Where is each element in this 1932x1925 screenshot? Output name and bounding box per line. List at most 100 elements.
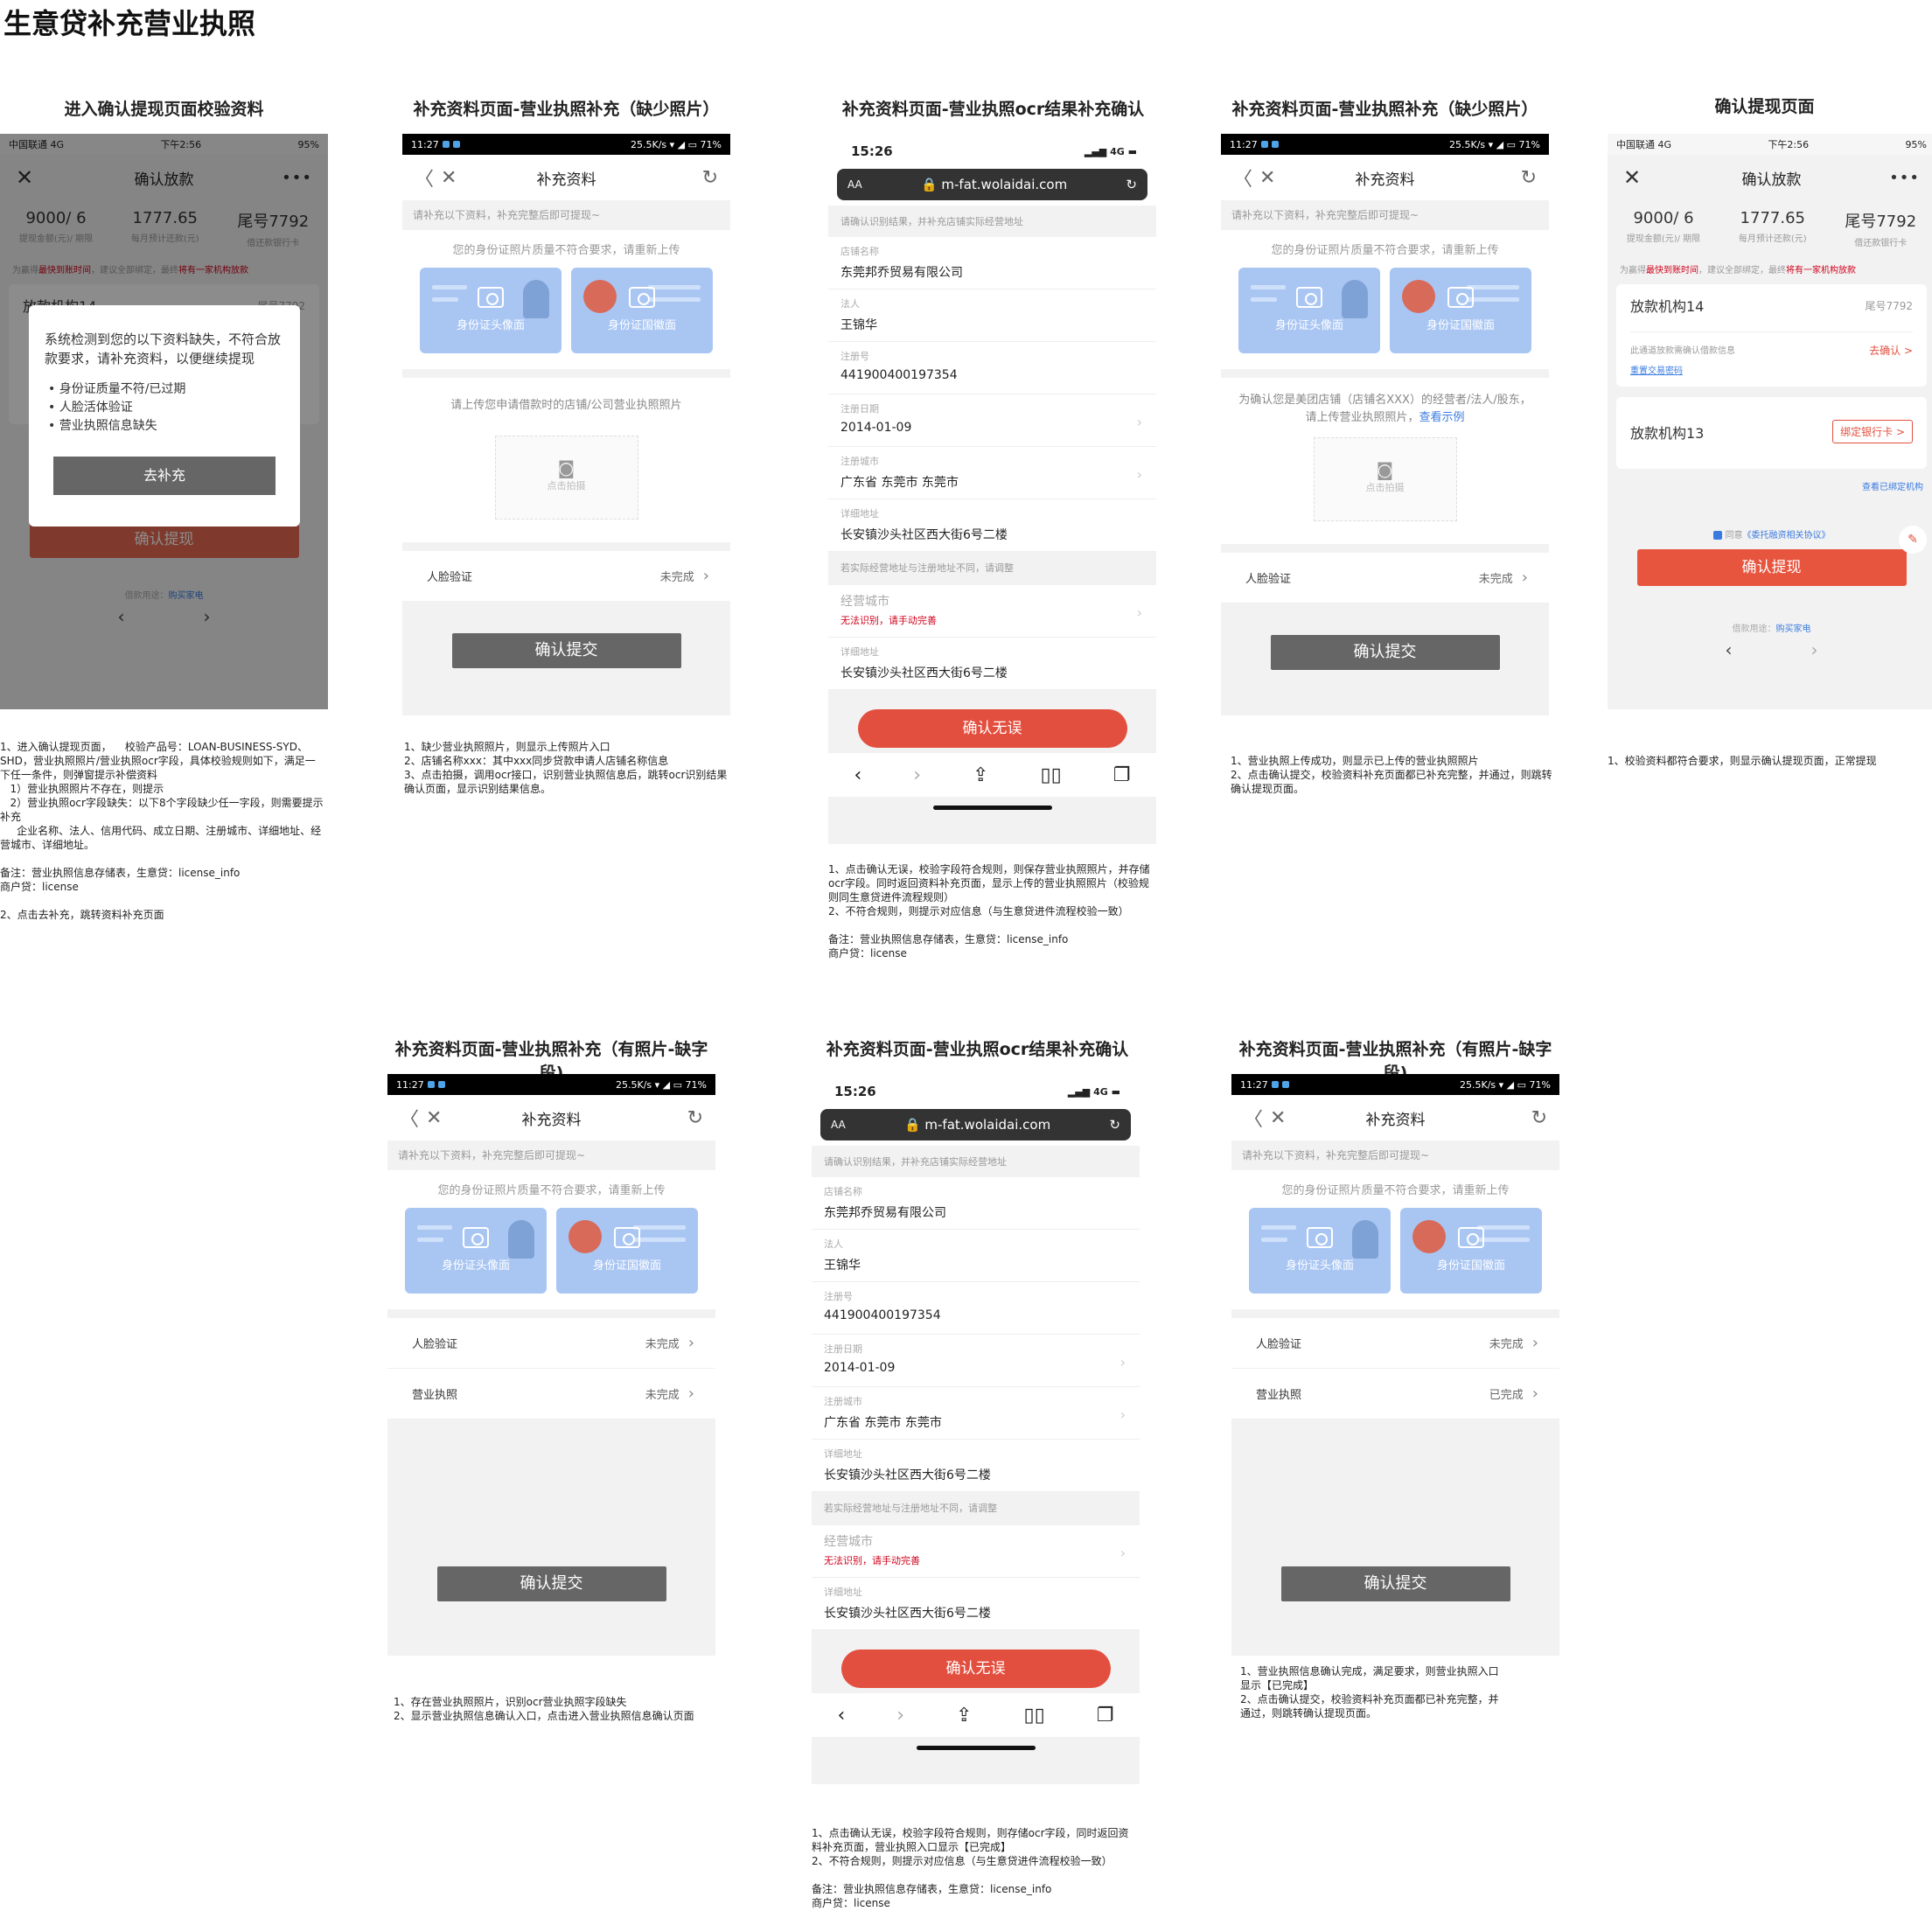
face-verify-row[interactable]: 人脸验证 未完成 ›: [1221, 553, 1549, 603]
frame-title-2: 补充资料页面-营业执照补充（缺少照片）: [413, 100, 720, 119]
close-icon[interactable]: ✕: [426, 1107, 442, 1129]
upload-photo-box[interactable]: ◙ 点击拍摄: [1313, 437, 1457, 521]
city-field[interactable]: 注册城市 广东省 东莞市 东莞市 ›: [812, 1387, 1140, 1440]
chevron-right-icon: ›: [702, 567, 709, 585]
status-bar: 11:27 25.5K/s ▾ ◢ ▭ 71%: [387, 1074, 715, 1095]
id-section: 您的身份证照片质量不符合要求，请重新上传 身份证头像面 身份证国徽面: [402, 230, 730, 369]
face-verify-row[interactable]: 人脸验证 未完成 ›: [402, 551, 730, 602]
go-supplement-button[interactable]: 去补充: [53, 457, 276, 495]
upload-photo-box[interactable]: ◙ 点击拍摄: [494, 436, 638, 520]
face-verify-row[interactable]: 人脸验证 未完成 ›: [1231, 1318, 1559, 1369]
view-bound-link[interactable]: 查看已绑定机构: [1608, 479, 1932, 492]
notes-4: 1、营业执照上传成功，则显示已上传的营业执照照片 2、点击确认提交，校验资料补充…: [1231, 755, 1552, 795]
reset-password-link[interactable]: 重置交易密码: [1630, 363, 1913, 376]
biz-addr-field[interactable]: 详细地址 长安镇沙头社区西大街6号二楼: [812, 1578, 1140, 1630]
shop-field: 店铺名称 东莞邦乔贸易有限公司: [828, 237, 1156, 289]
reg-field: 注册号 441900400197354: [812, 1282, 1140, 1335]
notes-6: 1、存在营业执照照片，识别ocr营业执照字段缺失 2、显示营业执照信息确认入口，…: [394, 1696, 694, 1722]
forward-icon[interactable]: ›: [913, 764, 921, 786]
confirm-ok-button[interactable]: 确认无误: [857, 709, 1127, 748]
refresh-icon[interactable]: ↻: [1521, 167, 1537, 189]
url-bar[interactable]: AA 🔒 m-fat.wolaidai.com ↻: [837, 169, 1147, 200]
frame-2-phone: 11:27 25.5K/s ▾ ◢ ▭ 71% 〈 ✕ 补充资料 ↻ 请补充以下资料，补…: [402, 134, 730, 715]
example-link[interactable]: 查看示例: [1419, 411, 1465, 424]
close-icon[interactable]: ✕: [1623, 165, 1641, 190]
camera-icon: [629, 287, 655, 308]
url-bar[interactable]: AA 🔒 m-fat.wolaidai.com ↻: [820, 1109, 1131, 1140]
date-field[interactable]: 注册日期 2014-01-09 ›: [812, 1335, 1140, 1387]
submit-button[interactable]: 确认提交: [436, 1566, 666, 1601]
notes-2: 1、缺少营业执照照片，则显示上传照片入口 2、店铺名称xxx：其中xxx同步贷款…: [404, 741, 728, 795]
license-row[interactable]: 营业执照 已完成 ›: [1231, 1369, 1559, 1419]
bookmarks-icon[interactable]: ▯▯: [1041, 764, 1062, 786]
close-icon[interactable]: ✕: [1259, 167, 1275, 189]
refresh-icon[interactable]: ↻: [702, 167, 718, 189]
id-front-card[interactable]: 身份证头像面: [420, 268, 561, 353]
status-bar: 11:27 25.5K/s ▾ ◢ ▭ 71%: [1221, 134, 1549, 155]
back-icon[interactable]: 〈: [400, 1104, 419, 1132]
id-msg: 您的身份证照片质量不符合要求，请重新上传: [452, 244, 680, 257]
diff-hint: 若实际经营地址与注册地址不同，请调整: [828, 552, 1156, 585]
camera-icon: [478, 287, 504, 308]
forward-icon[interactable]: ›: [896, 1705, 904, 1726]
id-front-card[interactable]: 身份证头像面: [405, 1208, 547, 1294]
chevron-right-icon: ›: [1119, 1354, 1126, 1371]
submit-button[interactable]: 确认提交: [451, 633, 681, 668]
biz-addr-field[interactable]: 详细地址 长安镇沙头社区西大街6号二楼: [828, 638, 1156, 690]
share-icon[interactable]: ⇪: [973, 764, 988, 786]
id-back-card[interactable]: 身份证国徽面: [1390, 268, 1531, 353]
safari-toolbar: ‹ › ⇪ ▯▯ ❐: [812, 1693, 1140, 1737]
edit-icon[interactable]: ✎: [1899, 526, 1927, 554]
back-icon[interactable]: 〈: [1233, 164, 1252, 192]
biz-city-field[interactable]: 经营城市 无法识别，请手动完善 ›: [828, 585, 1156, 638]
more-icon[interactable]: •••: [1889, 169, 1920, 187]
notes-3: 1、点击确认无误，校验字段符合规则，则保存营业执照照片，并存储ocr字段。同时返…: [828, 863, 1150, 959]
back-icon[interactable]: ‹: [837, 1705, 845, 1726]
back-icon[interactable]: 〈: [415, 164, 434, 192]
close-icon[interactable]: ✕: [1270, 1107, 1286, 1129]
close-icon[interactable]: ✕: [441, 167, 457, 189]
frame-title-5: 确认提现页面: [1714, 97, 1815, 116]
share-icon[interactable]: ⇪: [956, 1705, 972, 1726]
frame-title-7: 补充资料页面-营业执照ocr结果补充确认: [826, 1040, 1129, 1059]
id-back-card[interactable]: 身份证国徽面: [1400, 1208, 1542, 1294]
date-field[interactable]: 注册日期 2014-01-09 ›: [828, 394, 1156, 447]
addr-field[interactable]: 详细地址 长安镇沙头社区西大街6号二楼: [812, 1440, 1140, 1492]
modal-item: 人脸活体验证: [48, 399, 284, 417]
back-icon[interactable]: ‹: [854, 764, 861, 786]
go-confirm-link[interactable]: 去确认 >: [1869, 343, 1913, 358]
license-row[interactable]: 营业执照 未完成 ›: [387, 1369, 715, 1419]
frame-3-phone: 15:26 ▂▄▆ 4G ▬ AA 🔒 m-fat.wolaidai.com ↻ 请确…: [828, 134, 1156, 844]
tabs-icon[interactable]: ❐: [1097, 1705, 1114, 1726]
reload-icon[interactable]: ↻: [1109, 1117, 1120, 1133]
refresh-icon[interactable]: ↻: [1531, 1107, 1547, 1129]
org-name: 放款机构14: [1630, 298, 1705, 315]
biz-city-field[interactable]: 经营城市 无法识别，请手动完善 ›: [812, 1525, 1140, 1578]
agree-text[interactable]: 同意《委托融资相关协议》: [1608, 527, 1932, 541]
id-front-card[interactable]: 身份证头像面: [1238, 268, 1380, 353]
shop-field: 店铺名称 东莞邦乔贸易有限公司: [812, 1177, 1140, 1230]
confirm-ok-button[interactable]: 确认无误: [840, 1650, 1111, 1688]
frame-8-phone: 11:27 25.5K/s ▾ ◢ ▭ 71% 〈 ✕ 补充资料 ↻ 请补充以下资料，补…: [1231, 1074, 1559, 1656]
bind-card-button[interactable]: 绑定银行卡 >: [1832, 420, 1913, 443]
modal-list: 身份证质量不符/已过期 人脸活体验证 营业执照信息缺失: [45, 380, 284, 436]
city-field[interactable]: 注册城市 广东省 东莞市 东莞市 ›: [828, 447, 1156, 499]
confirm-withdraw-button[interactable]: 确认提现: [1636, 549, 1907, 586]
addr-field[interactable]: 详细地址 长安镇沙头社区西大街6号二楼: [828, 499, 1156, 552]
back-icon[interactable]: ‹: [1726, 639, 1733, 660]
back-icon[interactable]: 〈: [1244, 1104, 1263, 1132]
refresh-icon[interactable]: ↻: [687, 1107, 703, 1129]
modal-text: 系统检测到您的以下资料缺失，不符合放款要求，请补充资料，以便继续提现: [45, 331, 282, 366]
id-back-card[interactable]: 身份证国徽面: [571, 268, 713, 353]
chevron-right-icon: ›: [1136, 466, 1142, 483]
submit-button[interactable]: 确认提交: [1280, 1566, 1510, 1601]
id-front-card[interactable]: 身份证头像面: [1249, 1208, 1391, 1294]
reload-icon[interactable]: ↻: [1126, 177, 1137, 192]
submit-button[interactable]: 确认提交: [1270, 635, 1500, 670]
face-verify-row[interactable]: 人脸验证 未完成 ›: [387, 1318, 715, 1369]
bookmarks-icon[interactable]: ▯▯: [1024, 1705, 1045, 1726]
forward-icon[interactable]: ›: [1811, 639, 1818, 660]
modal-item: 营业执照信息缺失: [48, 417, 284, 436]
tabs-icon[interactable]: ❐: [1113, 764, 1131, 786]
id-back-card[interactable]: 身份证国徽面: [556, 1208, 698, 1294]
